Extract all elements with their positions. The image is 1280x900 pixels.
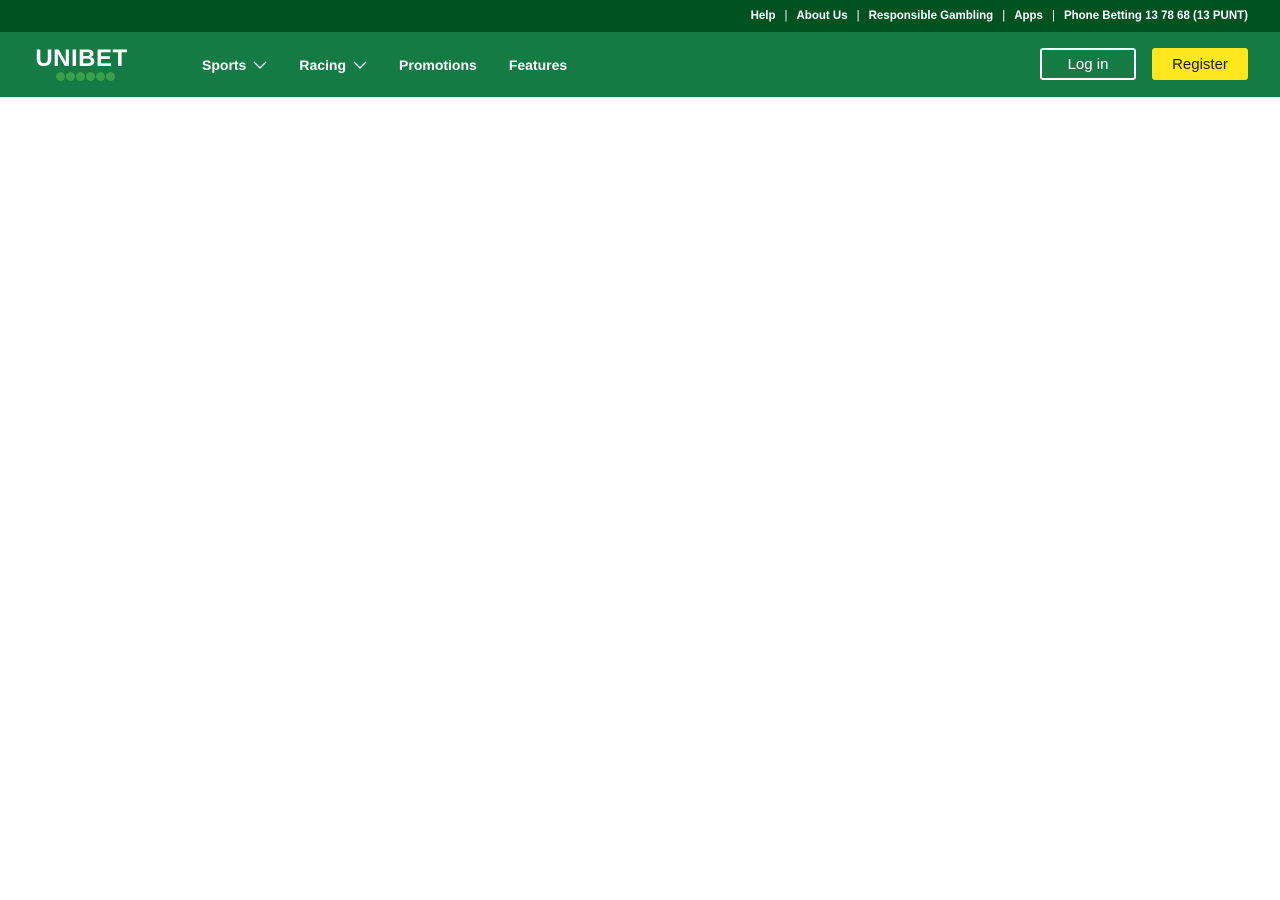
responsible-gambling-link[interactable]: Responsible Gambling bbox=[869, 10, 994, 22]
utility-separator: | bbox=[784, 10, 788, 22]
unibet-logo[interactable]: UNIBET bbox=[32, 47, 131, 83]
nav-item-label: Sports bbox=[202, 56, 247, 73]
nav-item-label: Features bbox=[508, 56, 568, 73]
nav-item-promotions[interactable]: Promotions bbox=[399, 57, 477, 73]
utility-bar: Help | About Us | Responsible Gambling |… bbox=[0, 0, 1280, 32]
nav-item-racing[interactable]: Racing bbox=[299, 57, 367, 73]
nav-item-label: Racing bbox=[299, 56, 347, 73]
logo-dot bbox=[106, 72, 115, 81]
header-actions: Log in Register bbox=[1040, 48, 1248, 80]
help-link[interactable]: Help bbox=[751, 10, 776, 22]
logo-dot bbox=[56, 72, 65, 81]
nav-item-label: Promotions bbox=[399, 56, 477, 73]
phone-betting-link[interactable]: Phone Betting 13 78 68 (13 PUNT) bbox=[1064, 10, 1248, 22]
logo-dot bbox=[86, 72, 95, 81]
utility-separator: | bbox=[1002, 10, 1006, 22]
logo-dot bbox=[96, 72, 105, 81]
about-us-link[interactable]: About Us bbox=[796, 10, 847, 22]
login-button[interactable]: Log in bbox=[1040, 48, 1136, 80]
apps-link[interactable]: Apps bbox=[1014, 10, 1043, 22]
nav-item-sports[interactable]: Sports bbox=[202, 57, 267, 73]
register-button[interactable]: Register bbox=[1152, 48, 1248, 80]
utility-separator: | bbox=[856, 10, 860, 22]
utility-separator: | bbox=[1051, 10, 1055, 22]
logo-dot bbox=[76, 72, 85, 81]
main-nav: Sports Racing Promotions Features bbox=[202, 32, 599, 97]
nav-item-features[interactable]: Features bbox=[509, 57, 567, 73]
chevron-down-icon bbox=[353, 61, 367, 69]
logo-wordmark: UNIBET bbox=[35, 45, 128, 72]
logo-dot bbox=[66, 72, 75, 81]
main-header: UNIBET Sports Racing Promotions Features… bbox=[0, 32, 1280, 97]
chevron-down-icon bbox=[253, 61, 267, 69]
main-content bbox=[0, 97, 1280, 900]
logo-dots bbox=[48, 72, 115, 81]
